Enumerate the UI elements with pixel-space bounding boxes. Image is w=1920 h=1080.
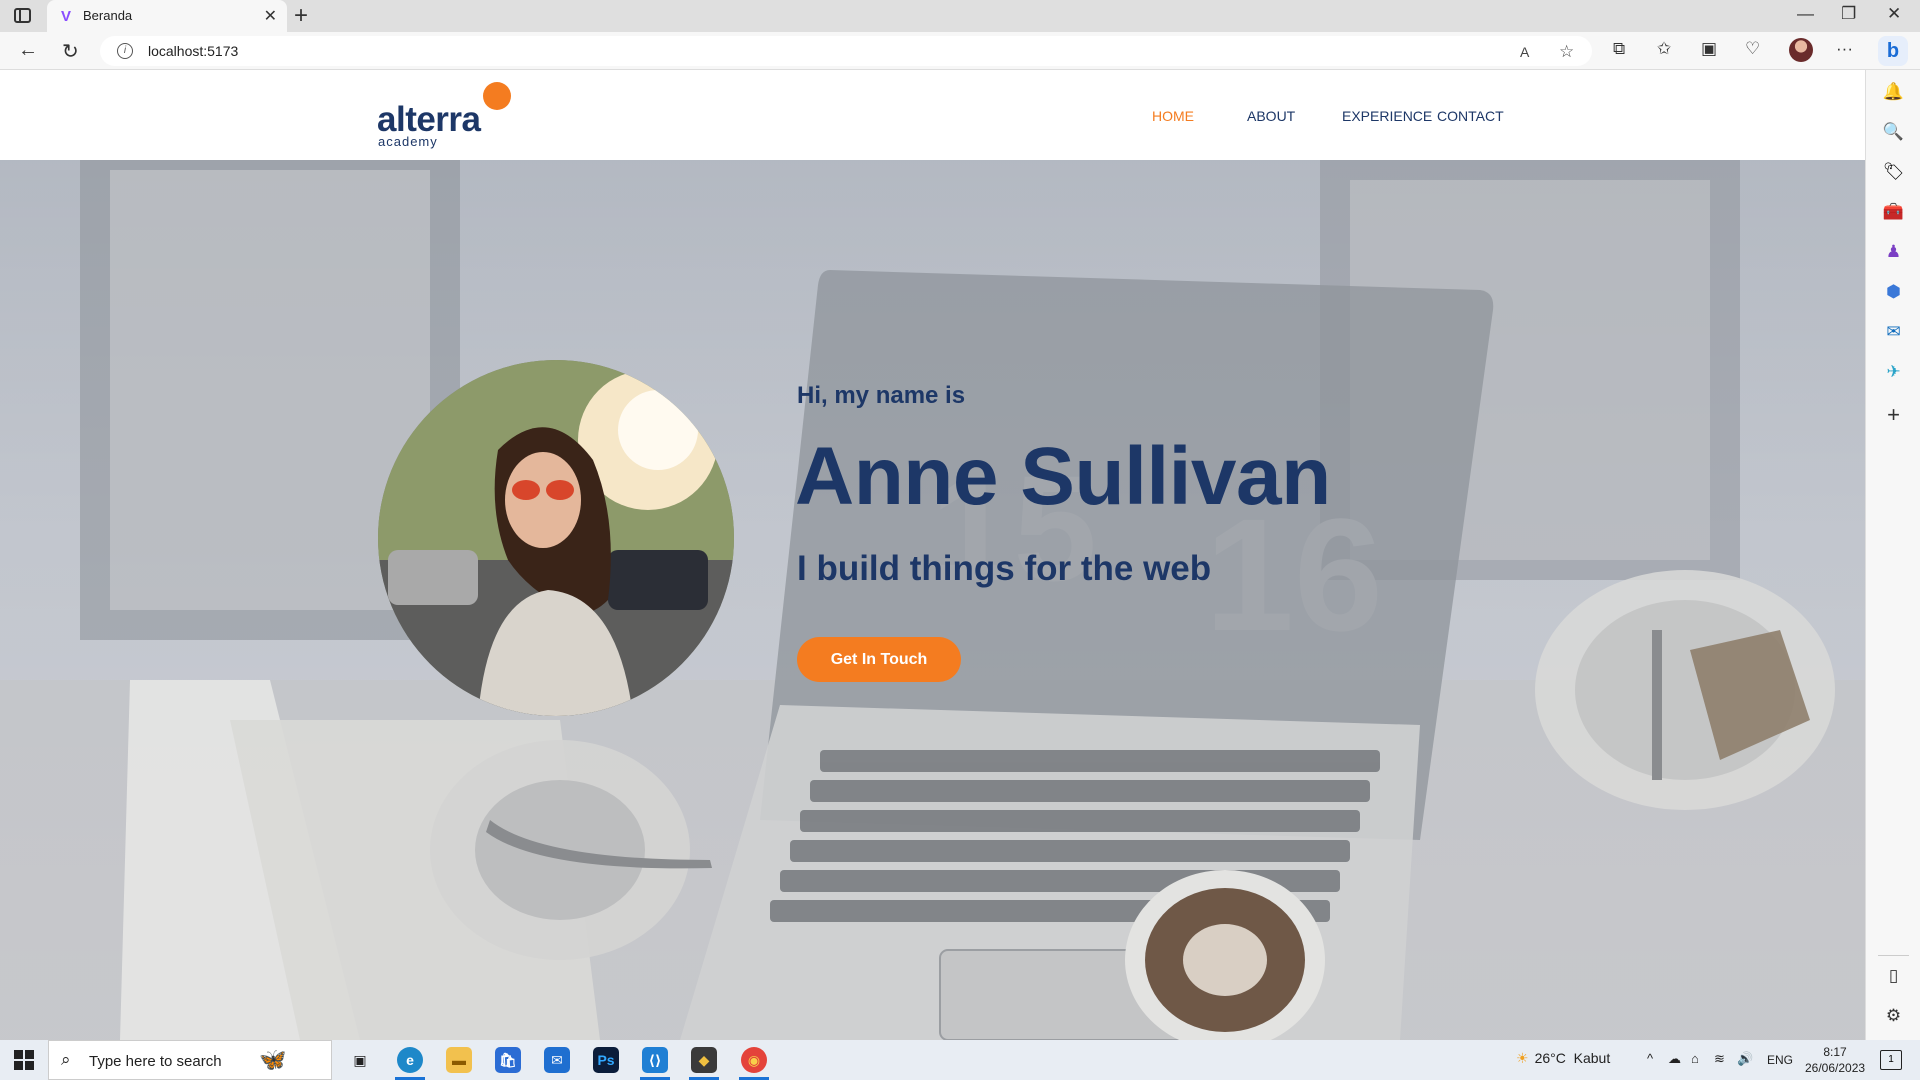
edge-sidebar: 🔔 🔍 🏷 🧰 ♟ ⬢ ✉ ✈ + ▯ ⚙ [1865, 70, 1920, 1040]
sidebar-settings-icon[interactable]: ⚙ [1866, 1006, 1920, 1026]
weather-widget[interactable]: ☀ 26°C Kabut [1516, 1050, 1610, 1067]
browser-tab[interactable]: V Beranda ✕ [47, 0, 287, 32]
tab-bar: V Beranda ✕ + — ❐ ✕ [0, 0, 1920, 32]
notification-center-icon[interactable]: 1 [1880, 1050, 1902, 1070]
onedrive-cloud-icon[interactable]: ☁ [1668, 1051, 1681, 1067]
mail-icon[interactable]: ✉ [544, 1047, 570, 1073]
hero-section: 15 16 Hi, my name is Anne Sullivan I bui… [0, 160, 1865, 1040]
logo-dot [483, 82, 511, 110]
clock-time: 8:17 [1823, 1045, 1847, 1059]
vscode-icon[interactable]: ⟨⟩ [642, 1047, 668, 1073]
search-placeholder: Type here to search [89, 1053, 222, 1070]
address-bar: ← ↻ i localhost:5173 A ☆ ⧉ ✩ ▣ ♡ ··· b [0, 32, 1920, 70]
edge-taskbar-icon[interactable]: e [397, 1047, 423, 1073]
profile-avatar[interactable] [1789, 38, 1813, 62]
get-in-touch-button[interactable]: Get In Touch [797, 637, 961, 682]
hero-name: Anne Sullivan [795, 431, 1331, 522]
weather-temp: 26°C [1534, 1050, 1566, 1066]
microsoft-store-icon[interactable]: 🛍 [495, 1047, 521, 1073]
outlook-icon[interactable]: ✉ [1866, 322, 1920, 342]
restore-icon[interactable]: ❐ [1841, 4, 1856, 24]
favorite-star-icon[interactable]: ☆ [1559, 42, 1574, 62]
alterra-academy-logo[interactable]: alterra academy [377, 82, 517, 149]
nav-link-about[interactable]: ABOUT [1247, 108, 1295, 124]
taskbar-search-input[interactable]: ⌕ Type here to search 🦋 [48, 1040, 332, 1080]
tab-title: Beranda [83, 8, 133, 23]
sidebar-divider [1878, 955, 1909, 956]
hero-greeting: Hi, my name is [797, 382, 966, 409]
notifications-bell-icon[interactable]: 🔔 [1866, 82, 1920, 102]
nav-link-experience[interactable]: EXPERIENCE [1342, 108, 1432, 124]
url-field[interactable]: i localhost:5173 A ☆ [100, 36, 1592, 66]
language-indicator[interactable]: ENG [1767, 1053, 1793, 1067]
show-hidden-icons-chevron-icon[interactable]: ^ [1647, 1051, 1653, 1066]
split-screen-icon[interactable]: ⧉ [1613, 39, 1625, 59]
logo-subtitle: academy [378, 134, 438, 149]
sidebar-search-icon[interactable]: 🔍 [1866, 122, 1920, 142]
hide-sidebar-icon[interactable]: ▯ [1866, 966, 1920, 986]
site-navbar: alterra academy HOME ABOUT EXPERIENCE CO… [0, 70, 1865, 160]
file-explorer-icon[interactable]: ▬ [446, 1047, 472, 1073]
games-chess-icon[interactable]: ♟ [1866, 242, 1920, 262]
site-info-icon[interactable]: i [117, 43, 133, 59]
back-icon[interactable]: ← [18, 39, 38, 62]
weather-condition: Kabut [1573, 1050, 1611, 1066]
windows-taskbar: ⌕ Type here to search 🦋 ▣ e ▬ 🛍 ✉ Ps ⟨⟩ … [0, 1040, 1920, 1080]
new-tab-button[interactable]: + [294, 2, 308, 30]
tab-actions-icon[interactable] [14, 8, 31, 23]
tab-close-icon[interactable]: ✕ [264, 6, 277, 26]
wifi-icon[interactable]: ≋ [1714, 1051, 1725, 1067]
weather-sun-icon: ☀ [1516, 1050, 1529, 1066]
taskbar-clock[interactable]: 8:17 26/06/2023 [1805, 1044, 1865, 1076]
browser-essentials-icon[interactable]: ♡ [1745, 39, 1760, 59]
shopping-tag-icon[interactable]: 🏷 [1866, 162, 1920, 182]
minimize-icon[interactable]: — [1797, 4, 1814, 24]
refresh-icon[interactable]: ↻ [62, 39, 79, 64]
network-icon[interactable]: ⌂ [1691, 1051, 1699, 1066]
favorites-icon[interactable]: ✩ [1657, 39, 1671, 59]
clock-date: 26/06/2023 [1805, 1061, 1866, 1075]
vite-favicon-icon: V [61, 8, 72, 25]
tools-toolbox-icon[interactable]: 🧰 [1866, 202, 1920, 222]
more-menu-icon[interactable]: ··· [1836, 39, 1853, 59]
nav-link-contact[interactable]: CONTACT [1437, 108, 1504, 124]
windows-start-icon[interactable] [14, 1050, 34, 1070]
hero-background-photo: 15 16 [0, 160, 1865, 1040]
search-icon: ⌕ [61, 1050, 71, 1069]
profile-photo [378, 360, 734, 716]
hero-tagline: I build things for the web [797, 549, 1212, 588]
read-aloud-icon[interactable]: A [1520, 44, 1529, 60]
bing-chat-icon[interactable]: b [1878, 36, 1908, 66]
nav-link-home[interactable]: HOME [1152, 108, 1194, 124]
photoshop-icon[interactable]: Ps [593, 1047, 619, 1073]
chrome-icon[interactable]: ◉ [741, 1047, 767, 1073]
drop-send-icon[interactable]: ✈ [1866, 362, 1920, 382]
volume-icon[interactable]: 🔊 [1737, 1051, 1753, 1067]
add-sidebar-app-icon[interactable]: + [1866, 402, 1920, 428]
search-highlight-butterfly-icon: 🦋 [259, 1047, 287, 1072]
web-page: alterra academy HOME ABOUT EXPERIENCE CO… [0, 70, 1865, 1040]
window-close-icon[interactable]: ✕ [1887, 4, 1901, 24]
git-app-icon[interactable]: ◆ [691, 1047, 717, 1073]
collections-icon[interactable]: ▣ [1701, 39, 1717, 59]
task-view-icon[interactable]: ▣ [347, 1047, 373, 1073]
url-text[interactable]: localhost:5173 [148, 43, 238, 59]
microsoft365-icon[interactable]: ⬢ [1866, 282, 1920, 302]
